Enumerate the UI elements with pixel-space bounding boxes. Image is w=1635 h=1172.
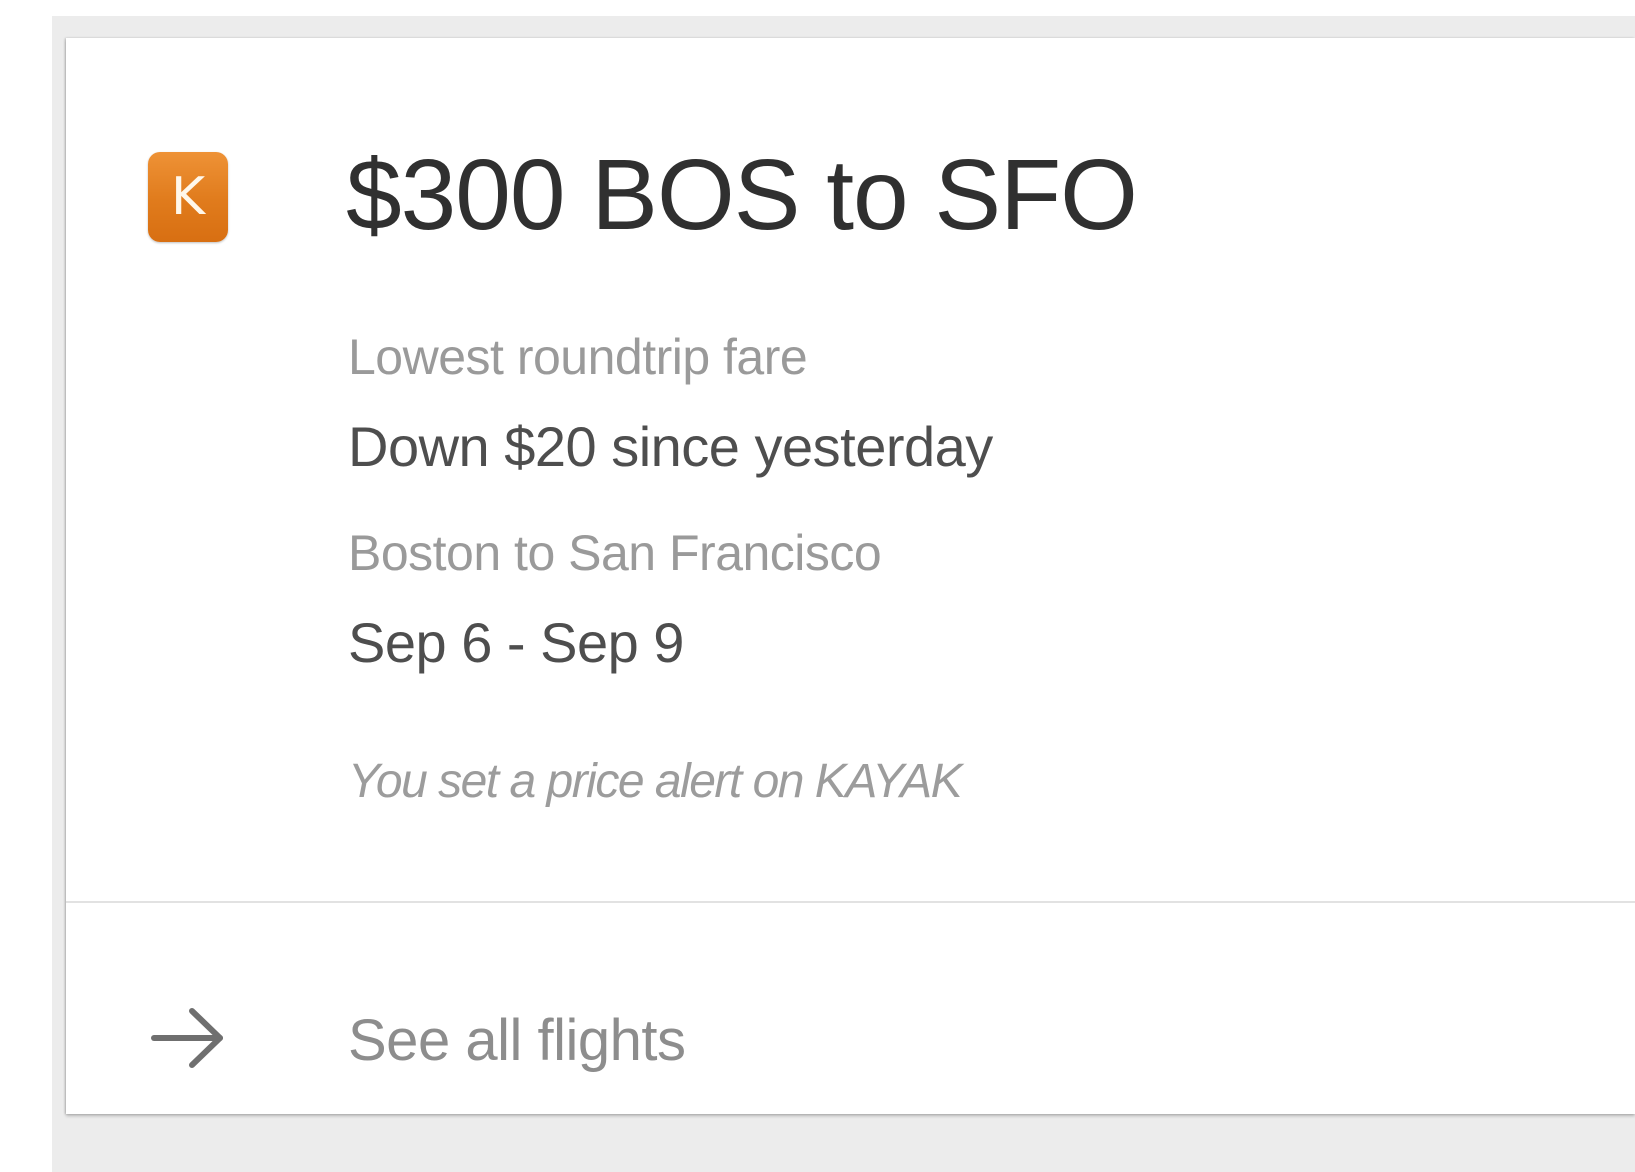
travel-dates: Sep 6 - Sep 9 bbox=[348, 611, 684, 674]
fare-change: Down $20 since yesterday bbox=[348, 415, 993, 478]
see-all-flights-label: See all flights bbox=[348, 1008, 686, 1073]
arrow-right-icon bbox=[151, 1008, 223, 1068]
kayak-icon-letter: K bbox=[170, 167, 206, 227]
price-alert-note: You set a price alert on KAYAK bbox=[348, 755, 963, 808]
kayak-app-icon: K bbox=[148, 152, 228, 242]
card-title: $300 BOS to SFO bbox=[346, 139, 1138, 251]
see-all-flights-button[interactable]: See all flights bbox=[66, 903, 1635, 1114]
route-label: Boston to San Francisco bbox=[348, 525, 882, 581]
fare-label: Lowest roundtrip fare bbox=[348, 329, 808, 385]
flight-price-card: K $300 BOS to SFO Lowest roundtrip fare … bbox=[66, 38, 1635, 1114]
